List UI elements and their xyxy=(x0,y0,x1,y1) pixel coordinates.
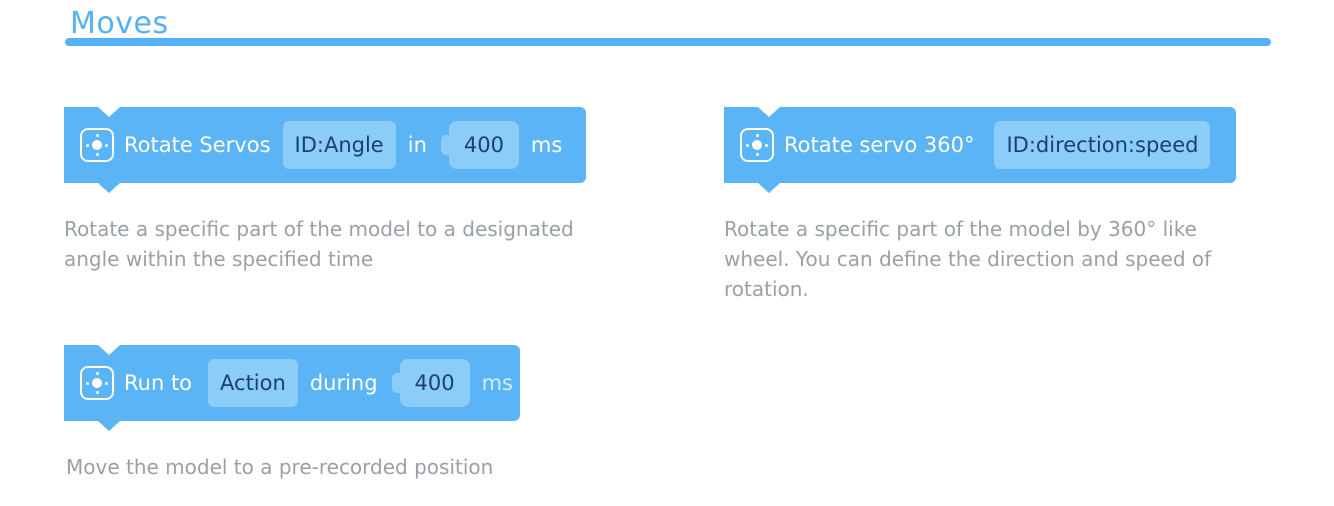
block-label: Rotate servo 360° xyxy=(784,133,975,157)
servo-icon xyxy=(740,128,774,162)
duration-input-wrap: 400 xyxy=(440,121,519,169)
section-divider xyxy=(65,38,1271,46)
block-label: Rotate Servos xyxy=(124,133,271,157)
rotate-servos-block[interactable]: Rotate Servos ID:Angle in 400 ms xyxy=(64,107,586,193)
connector-text: in xyxy=(407,133,427,157)
duration-input-wrap: 400 xyxy=(391,359,470,407)
block-label: Run to xyxy=(124,371,193,395)
servo-icon xyxy=(80,128,114,162)
unit-label: ms xyxy=(530,133,563,157)
duration-input[interactable]: 400 xyxy=(448,121,519,169)
run-to-block[interactable]: Run to Action during 400 ms xyxy=(64,345,520,431)
action-field[interactable]: Action xyxy=(208,359,298,407)
run-to-description: Move the model to a pre-recorded positio… xyxy=(66,455,494,479)
rotate-servos-description: Rotate a specific part of the model to a… xyxy=(64,217,574,271)
servo-icon xyxy=(80,366,114,400)
id-angle-field[interactable]: ID:Angle xyxy=(282,121,396,169)
rotate-servo-360-block[interactable]: Rotate servo 360° ID:direction:speed xyxy=(724,107,1236,193)
connector-text: during xyxy=(309,371,378,395)
unit-label: ms xyxy=(481,371,513,395)
rotate-servo-360-description: Rotate a specific part of the model by 3… xyxy=(724,217,1212,301)
id-direction-speed-field[interactable]: ID:direction:speed xyxy=(994,121,1211,169)
duration-input[interactable]: 400 xyxy=(399,359,470,407)
